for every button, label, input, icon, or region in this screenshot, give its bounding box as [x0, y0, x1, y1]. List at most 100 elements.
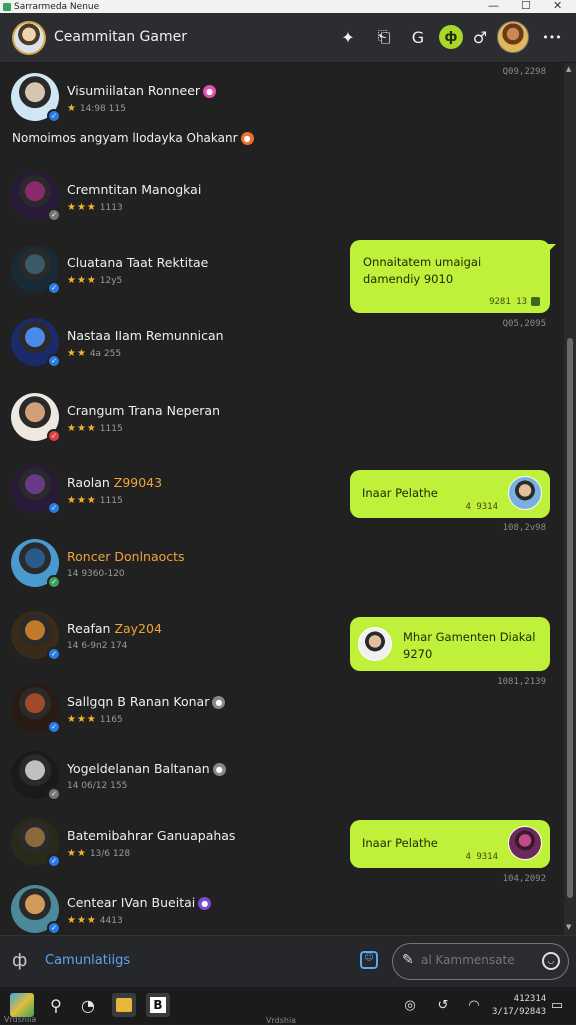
clock[interactable]: 412314 3/17/92843	[492, 993, 546, 1019]
rating-stars: ★★	[67, 848, 87, 859]
contact-name-text: Sallgqn B Ranan Konar	[67, 694, 210, 709]
contact-avatar[interactable]: ✓	[11, 172, 61, 222]
pen-icon[interactable]: ✎	[402, 952, 414, 968]
contact-name-highlight: Z99043	[113, 475, 163, 490]
close-button[interactable]: ✕	[553, 0, 562, 12]
emoji-icon[interactable]: ◡	[542, 952, 560, 970]
notice-text: Nomoimos angyam lIodayka Ohakanr ●	[12, 131, 254, 145]
contact-avatar[interactable]: ✓	[11, 465, 61, 515]
presence-dot: ●	[212, 696, 226, 709]
contact-subline: ★ 14:98 115	[67, 103, 126, 114]
rating-stars: ★	[67, 103, 77, 114]
notifications-icon[interactable]: ▭	[545, 993, 569, 1017]
channels-icon[interactable]: ф	[12, 950, 27, 971]
more-icon[interactable]: •••	[540, 25, 564, 49]
sync-icon[interactable]: ◎	[398, 993, 422, 1017]
notice-label: Nomoimos angyam lIodayka Ohakanr	[12, 131, 238, 145]
contact-avatar[interactable]: ✓	[11, 751, 61, 801]
profile-avatar[interactable]	[12, 21, 46, 55]
contact-name: Batemibahrar Ganuapahas	[67, 828, 235, 843]
timestamp: 108,2v98	[502, 523, 546, 533]
contact-subline: ★★★ 1165	[67, 714, 123, 725]
rating-stars: ★★★	[67, 423, 97, 434]
book-icon[interactable]: ⎗	[372, 25, 396, 49]
contact-meta: 1115	[99, 424, 123, 434]
contact-avatar[interactable]: ✓	[11, 318, 61, 368]
contact-name: Nastaa IIam Remunnican	[67, 328, 224, 343]
compose-box[interactable]: ✎ ◡	[392, 943, 569, 980]
message-bubble[interactable]: Onnaitatem umaigai damendiy 9010 9281 13	[350, 240, 556, 313]
minimize-button[interactable]: —	[488, 0, 499, 12]
calendar-icon[interactable]: ☺	[360, 951, 378, 969]
user-avatar[interactable]	[497, 21, 529, 53]
refresh-g-icon[interactable]: G	[406, 25, 430, 49]
status-badge: ✓	[47, 281, 61, 295]
contact-subline: 14 9360-120	[67, 569, 125, 579]
window-titlebar: Sarrarmeda Nenue — ☐ ✕	[0, 0, 576, 13]
contact-meta: 4a 255	[89, 349, 122, 359]
contact-avatar[interactable]: ✓	[11, 73, 61, 123]
contact-avatar[interactable]: ✓	[11, 245, 61, 295]
message-time: 9281 13	[489, 297, 540, 307]
contact-meta: 1165	[99, 715, 123, 725]
maximize-button[interactable]: ☐	[521, 0, 531, 12]
timestamp: 1081,2139	[497, 677, 546, 687]
green-p-icon[interactable]: ф	[439, 25, 463, 49]
timer-icon[interactable]: ◔	[76, 993, 100, 1017]
contact-avatar[interactable]: ✓	[11, 885, 61, 935]
contact-meta: 14 06/12 155	[67, 781, 128, 791]
contact-meta: 12y5	[99, 276, 123, 286]
message-bubble[interactable]: Mhar Gamenten Diakal 9270	[350, 617, 550, 671]
status-badge: ✓	[47, 787, 61, 801]
status-badge: ✓	[47, 575, 61, 589]
chat-header: Ceammitan Gamer ✦ ⎗ G ф ♂ •••	[0, 13, 576, 63]
communities-link[interactable]: Camunlatiigs	[45, 953, 130, 968]
contact-avatar[interactable]: ✓	[11, 611, 61, 661]
timestamp: Q09,2298	[502, 67, 546, 77]
message-input[interactable]	[421, 953, 531, 967]
history-icon[interactable]: ↺	[431, 993, 455, 1017]
contact-name: Reafan Zay204	[67, 621, 162, 636]
link-icon[interactable]: ♂	[468, 25, 492, 49]
network-icon[interactable]: ◠	[462, 993, 486, 1017]
rating-stars: ★★★	[67, 202, 97, 213]
status-badge: ✓	[47, 854, 61, 868]
star-badge-icon[interactable]: ✦	[336, 25, 360, 49]
message-bubble[interactable]: Inaar Pelathe 4 9314	[350, 820, 550, 868]
rating-stars: ★★	[67, 348, 87, 359]
app-b-icon[interactable]: B	[146, 993, 170, 1017]
contact-list: Nomoimos angyam lIodayka Ohakanr ● Q09,22…	[0, 63, 562, 935]
contact-avatar[interactable]: ✓	[11, 539, 61, 589]
contact-name-text: Cremntitan Manogkai	[67, 182, 202, 197]
contact-avatar[interactable]: ✓	[11, 393, 61, 443]
folder-icon[interactable]	[112, 993, 136, 1017]
scrollbar-thumb[interactable]	[567, 338, 573, 898]
contact-name: Raolan Z99043	[67, 475, 162, 490]
contact-avatar[interactable]: ✓	[11, 818, 61, 868]
bottom-bar: ф Camunlatiigs ☺ ✎ ◡	[0, 935, 576, 987]
scrollbar[interactable]: ▲ ▼	[564, 63, 576, 935]
contact-name: Yogeldelanan Baltanan ●	[67, 761, 226, 776]
scroll-up-icon[interactable]: ▲	[566, 65, 571, 73]
scroll-down-icon[interactable]: ▼	[566, 923, 571, 931]
contact-name-text: Centear IVan Bueitai	[67, 895, 196, 910]
rating-stars: ★★★	[67, 275, 97, 286]
status-badge: ✓	[47, 109, 61, 123]
contact-meta: 1115	[99, 496, 123, 506]
search-icon[interactable]: ⚲	[44, 993, 68, 1017]
sender-avatar[interactable]	[508, 826, 542, 860]
store-icon[interactable]	[10, 993, 34, 1017]
bubble-tail	[548, 244, 556, 252]
contact-name-text: Batemibahrar Ganuapahas	[67, 828, 236, 843]
contact-subline: ★★★ 1115	[67, 495, 123, 506]
message-time: 4 9314	[465, 852, 498, 862]
contact-avatar[interactable]: ✓	[11, 684, 61, 734]
contact-name-text: Reafan	[67, 621, 115, 636]
sender-avatar[interactable]	[508, 476, 542, 510]
sender-avatar[interactable]	[358, 627, 392, 661]
status-badge: ✓	[47, 501, 61, 515]
message-bubble[interactable]: Inaar Pelathe 4 9314	[350, 470, 550, 518]
contact-name-highlight: Zay204	[114, 621, 162, 636]
contact-name-text: Cluatana Taat Rektitae	[67, 255, 209, 270]
contact-name: Roncer Donlnaocts	[67, 549, 185, 564]
